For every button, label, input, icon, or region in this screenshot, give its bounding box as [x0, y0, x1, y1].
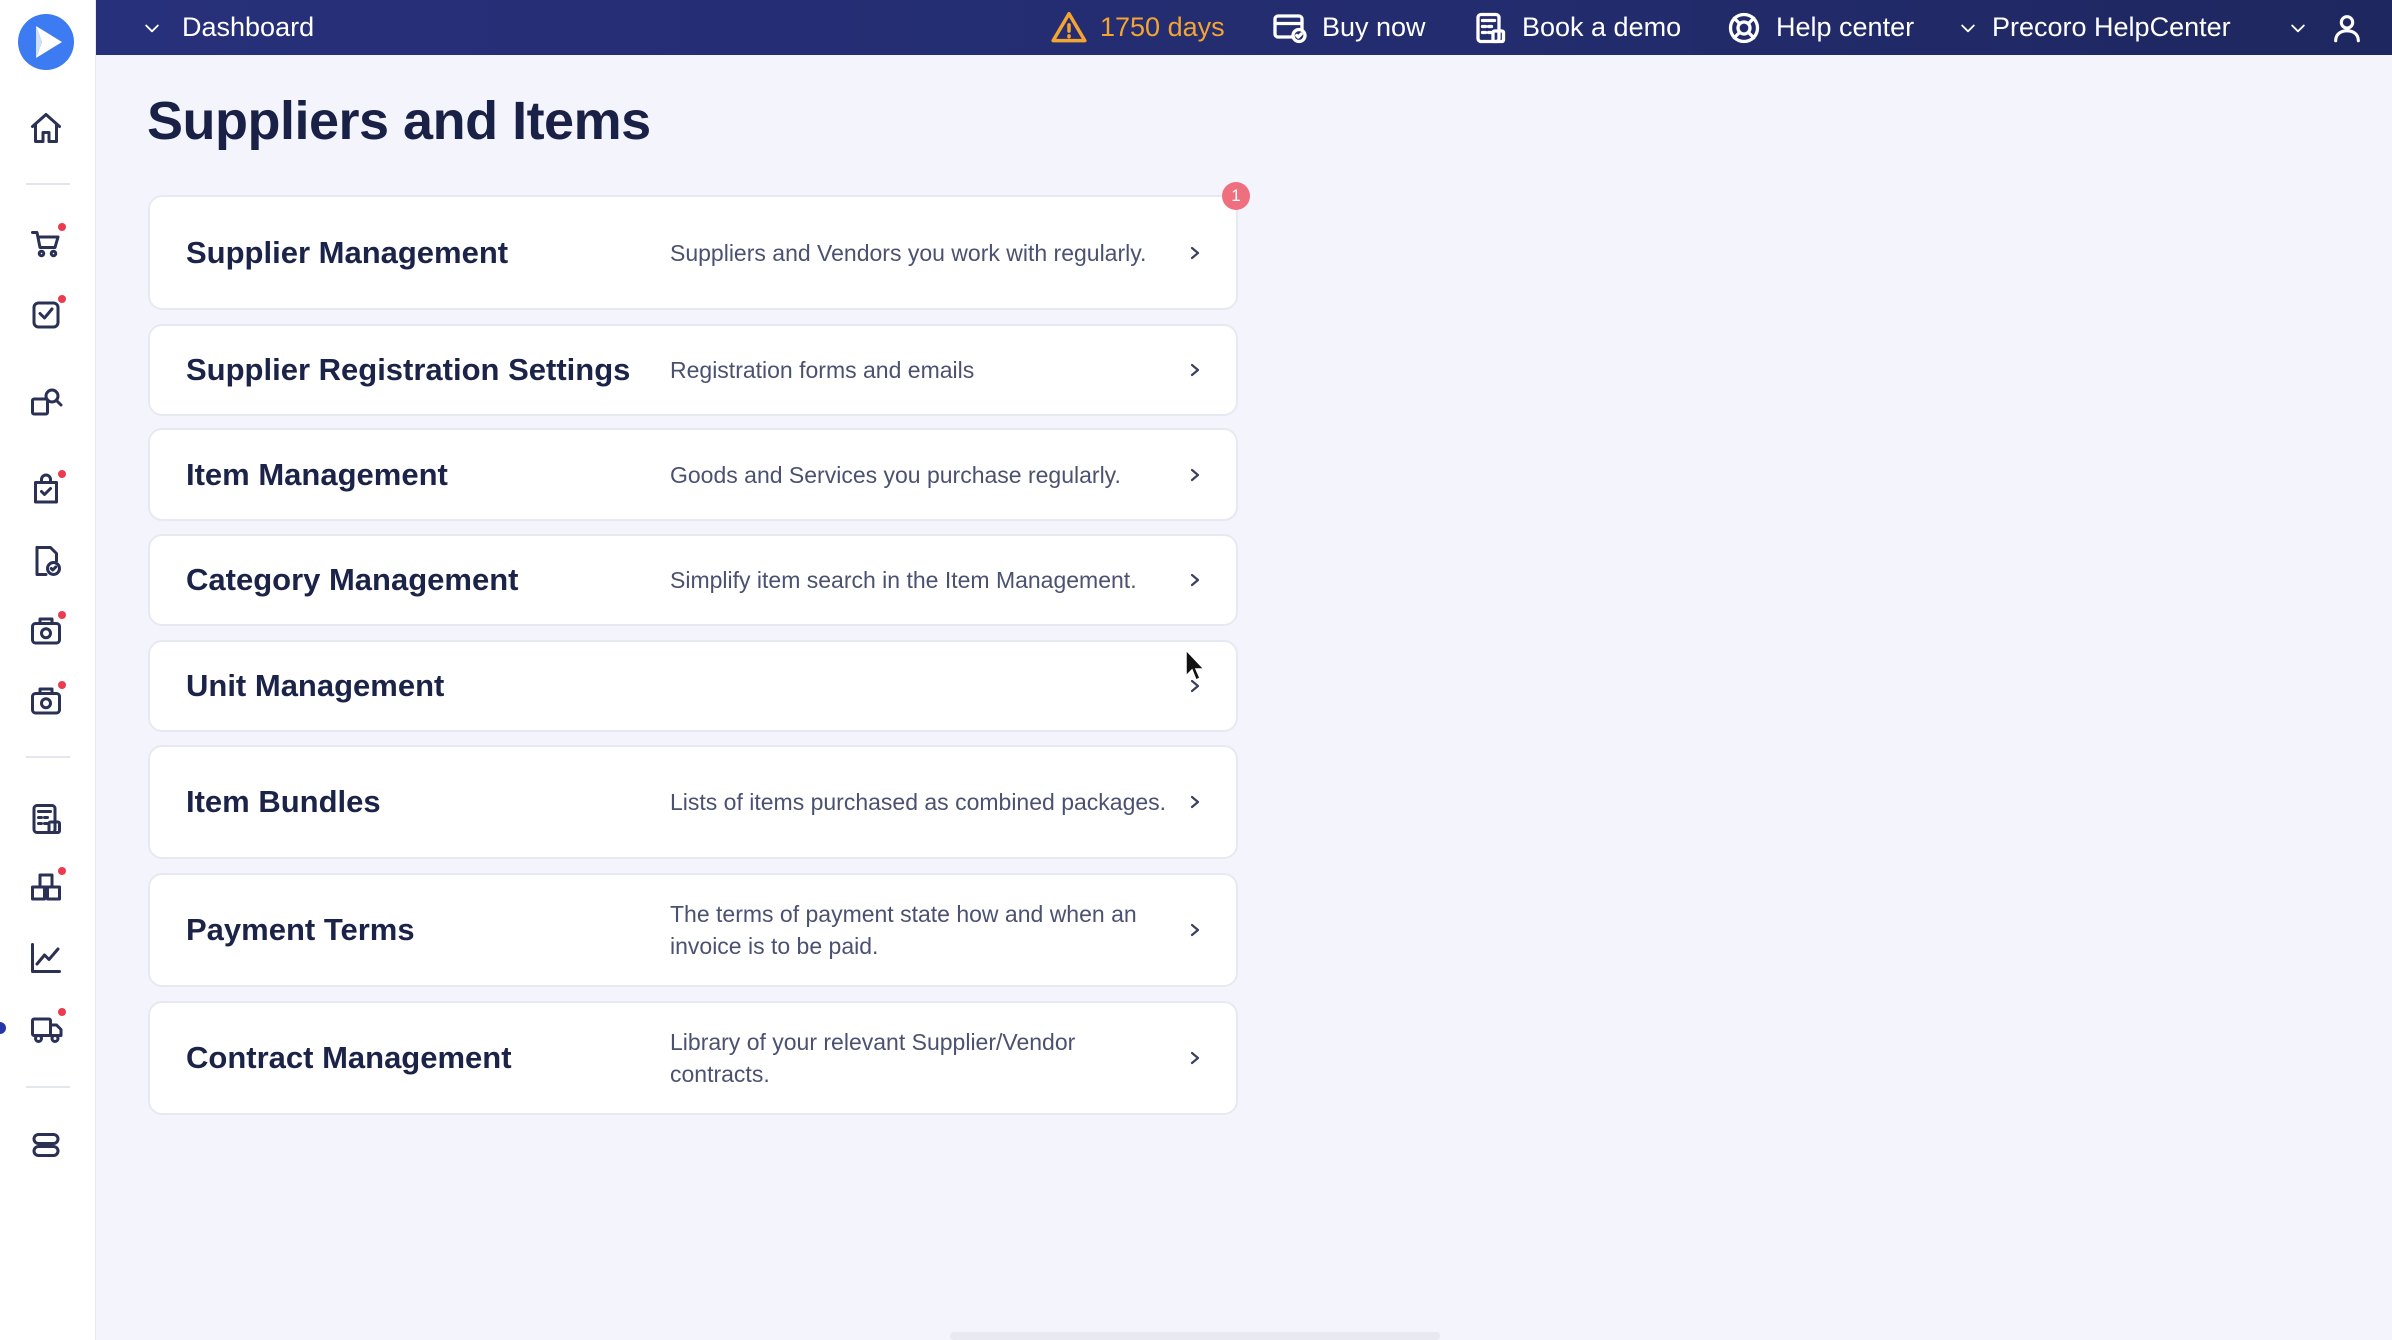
card-title: Item Management [186, 456, 448, 492]
user-icon [2334, 14, 2360, 42]
suppliers-items-icon[interactable] [26, 1006, 68, 1048]
card-description [670, 642, 1180, 730]
user-menu[interactable] [2288, 0, 2364, 55]
top-navigation-bar: Dashboard 1750 days Buy now Book a demo … [96, 0, 2392, 55]
chevron-right-icon [1188, 795, 1202, 809]
contract-management-card[interactable]: Contract Management Library of your rele… [148, 1001, 1238, 1115]
card-description: Registration forms and emails [670, 357, 975, 383]
item-management-card[interactable]: Item Management Goods and Services you p… [148, 428, 1238, 521]
approvals-icon[interactable] [26, 293, 68, 335]
chevron-right-icon [1188, 246, 1202, 260]
company-name: Precoro HelpCenter [1992, 12, 2231, 42]
card-title: Category Management [186, 562, 519, 597]
card-description: Simplify item search in the Item Managem… [670, 567, 1137, 593]
home-icon[interactable] [26, 108, 66, 148]
sidebar-divider [26, 756, 70, 758]
mouse-cursor-icon [1184, 648, 1208, 684]
receipts-icon[interactable] [26, 609, 68, 651]
calendar-icon [1476, 12, 1506, 43]
company-switcher[interactable]: Precoro HelpCenter [1958, 0, 2231, 55]
lifebuoy-icon [1728, 12, 1760, 43]
active-page-marker [0, 1022, 6, 1034]
notification-badge: 1 [1222, 182, 1250, 210]
rfq-icon[interactable] [26, 382, 66, 422]
card-title: Payment Terms [186, 912, 415, 947]
analytics-icon[interactable] [26, 938, 66, 978]
item-bundles-card[interactable]: Item Bundles Lists of items purchased as… [148, 745, 1238, 859]
card-title: Unit Management [186, 668, 445, 703]
chevron-down-icon [2291, 24, 2305, 32]
card-description: Library of your relevant Supplier/Vendor… [670, 1029, 1076, 1087]
chevron-right-icon [1188, 468, 1202, 482]
notification-dot [56, 468, 68, 480]
card-title: Contract Management [186, 1040, 512, 1075]
buy-now-label: Buy now [1322, 12, 1426, 42]
sidebar-divider [26, 1086, 70, 1088]
trial-days-text: 1750 days [1100, 12, 1225, 42]
chevron-right-icon [1188, 573, 1202, 587]
payment-terms-card[interactable]: Payment Terms The terms of payment state… [148, 873, 1238, 987]
notification-dot [56, 865, 68, 877]
card-description: Suppliers and Vendors you work with regu… [670, 239, 1147, 266]
purchase-orders-icon[interactable] [26, 468, 68, 510]
category-management-card[interactable]: Category Management Simplify item search… [148, 534, 1238, 626]
precoro-logo[interactable] [18, 14, 74, 70]
dashboard-label: Dashboard [182, 12, 315, 42]
dashboard-dropdown[interactable]: Dashboard [142, 0, 314, 55]
trial-days-indicator[interactable]: 1750 days [1050, 0, 1225, 55]
card-title: Supplier Management [186, 234, 509, 270]
warning-icon [1051, 11, 1087, 42]
payments-icon[interactable] [26, 679, 68, 721]
notification-dot [56, 293, 68, 305]
help-center-button[interactable]: Help center [1726, 0, 1914, 55]
purchase-requests-icon[interactable] [26, 221, 68, 263]
credit-card-icon [1273, 13, 1307, 43]
supplier-management-card[interactable]: Supplier Management Suppliers and Vendor… [148, 195, 1238, 310]
card-description: Lists of items purchased as combined pac… [670, 789, 1167, 815]
book-demo-button[interactable]: Book a demo [1472, 0, 1681, 55]
card-title: Supplier Registration Settings [186, 352, 631, 387]
card-title: Item Bundles [186, 784, 381, 819]
help-center-label: Help center [1776, 12, 1915, 42]
chevron-right-icon [1188, 923, 1202, 937]
chevron-right-icon [1188, 363, 1202, 377]
buy-now-button[interactable]: Buy now [1272, 0, 1426, 55]
notification-dot [56, 221, 68, 233]
book-demo-label: Book a demo [1522, 12, 1682, 42]
horizontal-scrollbar[interactable] [950, 1332, 1440, 1340]
chevron-right-icon [1188, 1051, 1202, 1065]
budgets-icon[interactable] [26, 799, 66, 839]
sidebar [0, 0, 96, 1340]
card-description: The terms of payment state how and when … [670, 901, 1137, 959]
card-description: Goods and Services you purchase regularl… [670, 461, 1121, 488]
chevron-down-icon [1961, 24, 1975, 32]
sidebar-divider [26, 183, 70, 185]
invoices-icon[interactable] [26, 541, 66, 581]
chevron-down-icon [145, 24, 159, 32]
settings-icon[interactable] [26, 1125, 66, 1165]
warehouse-icon[interactable] [26, 865, 68, 907]
notification-dot [56, 609, 68, 621]
notification-dot [56, 679, 68, 691]
unit-management-card[interactable]: Unit Management [148, 640, 1238, 732]
notification-dot [56, 1006, 68, 1018]
page-title: Suppliers and Items [147, 91, 651, 151]
supplier-registration-settings-card[interactable]: Supplier Registration Settings Registrat… [148, 324, 1238, 416]
